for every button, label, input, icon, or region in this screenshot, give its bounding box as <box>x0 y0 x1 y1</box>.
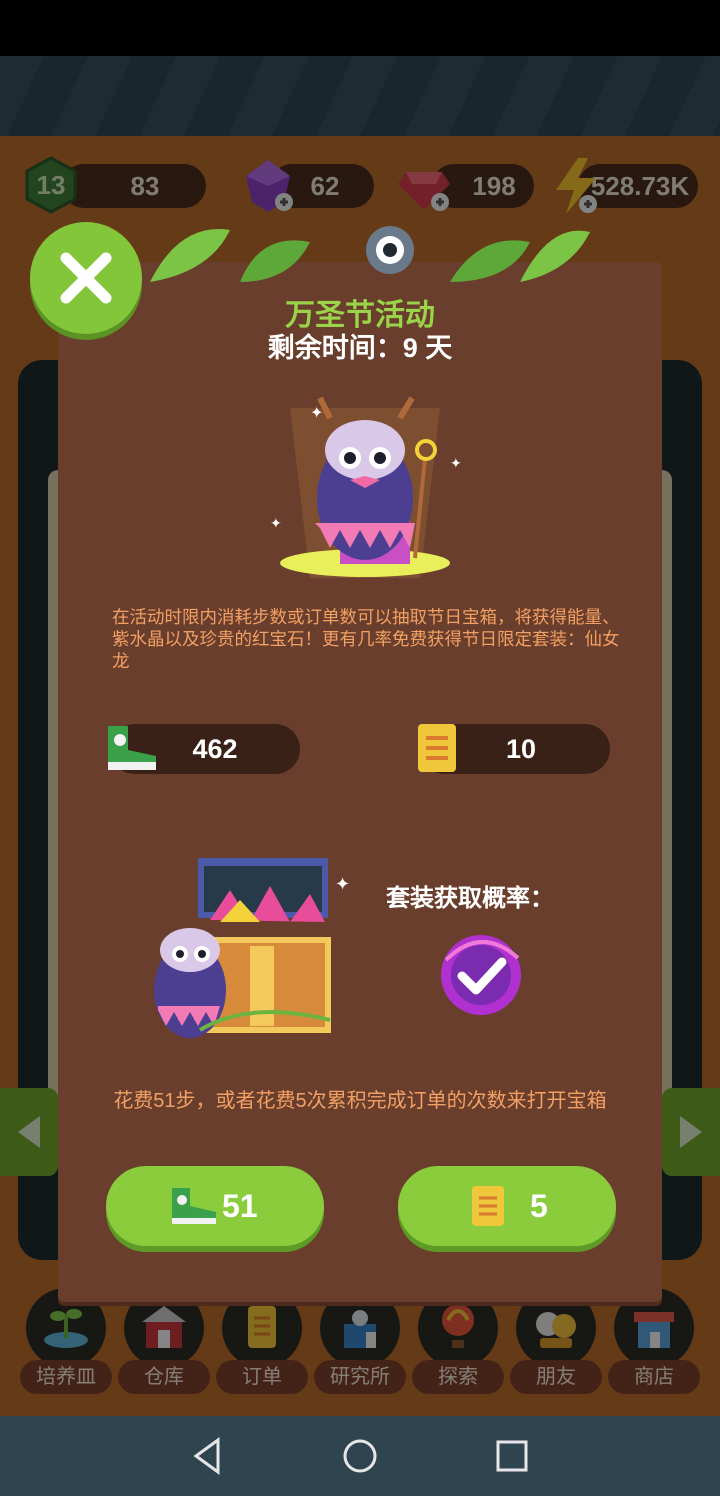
steps-value: 462 <box>192 734 238 764</box>
svg-text:✦: ✦ <box>270 515 282 531</box>
fairy-dragon-character: ✦ ✦ ✦ <box>270 396 462 578</box>
open-with-steps-button[interactable]: 51 <box>106 1166 324 1246</box>
svg-text:✦: ✦ <box>335 874 350 894</box>
status-bar <box>0 0 720 56</box>
home-icon[interactable] <box>340 1436 380 1476</box>
steps-cost-value: 51 <box>222 1188 258 1224</box>
orders-value: 10 <box>505 734 537 764</box>
svg-text:✦: ✦ <box>450 455 462 471</box>
sneaker-icon <box>172 1188 216 1224</box>
order-scroll-icon <box>418 724 456 772</box>
checkmark-orb-icon <box>441 935 521 1015</box>
sneaker-icon <box>108 726 156 770</box>
set-rate-label: 套装获取概率： <box>386 885 554 912</box>
open-with-orders-button[interactable]: 5 <box>398 1166 616 1246</box>
cost-instructions: 花费51步，或者花费5次累积完成订单的次数来打开宝箱 <box>113 1090 607 1112</box>
leaf-decoration <box>150 226 590 282</box>
orders-cost-value: 5 <box>530 1188 548 1224</box>
order-scroll-icon <box>472 1186 504 1226</box>
svg-text:✦: ✦ <box>310 405 323 422</box>
back-icon[interactable] <box>188 1436 228 1476</box>
remaining-time: 剩余时间：9 天 <box>267 333 453 363</box>
system-navigation-bar <box>0 1416 720 1496</box>
treasure-chest-image: ✦ <box>154 858 350 1038</box>
event-description: 在活动时限内消耗步数或订单数可以抽取节日宝箱，将获得能量、紫水晶以及珍贵的红宝石… <box>112 607 620 671</box>
recents-icon[interactable] <box>492 1436 532 1476</box>
